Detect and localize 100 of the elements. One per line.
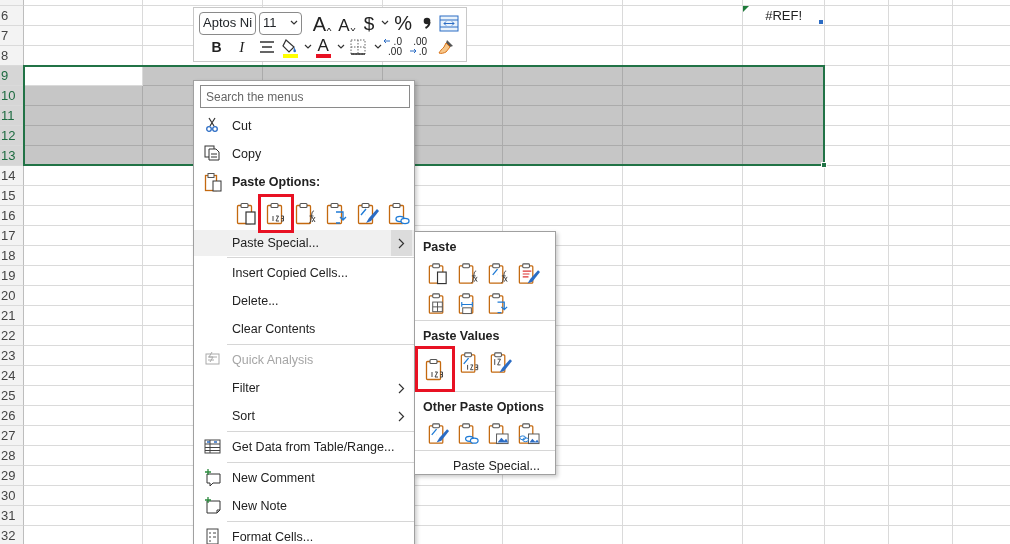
selected-cell[interactable] <box>24 86 143 106</box>
table-cell[interactable] <box>889 86 953 106</box>
row-header[interactable]: 28 <box>0 446 24 466</box>
increase-font-size-button[interactable]: A <box>310 12 335 34</box>
menu-item[interactable]: New Note <box>194 492 414 520</box>
table-cell[interactable] <box>743 366 825 386</box>
table-cell[interactable] <box>889 486 953 506</box>
table-cell[interactable] <box>623 166 743 186</box>
table-cell[interactable] <box>825 206 889 226</box>
table-cell[interactable] <box>825 166 889 186</box>
table-cell[interactable] <box>503 506 623 526</box>
table-cell[interactable] <box>743 26 825 46</box>
increase-decimal-button[interactable]: .0 .00 <box>383 36 407 58</box>
row-header[interactable]: 16 <box>0 206 24 226</box>
row-header[interactable]: 25 <box>0 386 24 406</box>
table-cell[interactable] <box>623 186 743 206</box>
row-header[interactable]: 22 <box>0 326 24 346</box>
table-cell[interactable] <box>24 306 143 326</box>
table-cell[interactable] <box>889 266 953 286</box>
table-cell[interactable] <box>623 306 743 326</box>
table-cell[interactable] <box>825 226 889 246</box>
selected-cell[interactable] <box>503 126 623 146</box>
row-header[interactable]: 29 <box>0 466 24 486</box>
table-cell[interactable] <box>743 186 825 206</box>
selected-cell[interactable] <box>24 106 143 126</box>
table-cell[interactable] <box>623 386 743 406</box>
row-header[interactable]: 15 <box>0 186 24 206</box>
table-cell[interactable] <box>743 446 825 466</box>
table-cell[interactable] <box>623 466 743 486</box>
row-header[interactable]: 6 <box>0 6 24 26</box>
row-header[interactable]: 24 <box>0 366 24 386</box>
menu-item[interactable]: Paste Special... <box>453 457 540 476</box>
table-cell[interactable] <box>24 506 143 526</box>
menu-item[interactable]: Sort <box>194 402 414 430</box>
row-header[interactable]: 7 <box>0 26 24 46</box>
selected-cell[interactable] <box>623 146 743 166</box>
currency-button[interactable]: $ <box>359 12 379 34</box>
table-cell[interactable] <box>743 266 825 286</box>
italic-button[interactable]: I <box>230 36 254 58</box>
selected-cell[interactable] <box>503 146 623 166</box>
table-cell[interactable] <box>743 306 825 326</box>
table-cell[interactable] <box>503 166 623 186</box>
table-cell[interactable] <box>825 26 889 46</box>
percent-button[interactable]: % <box>390 12 416 34</box>
table-cell[interactable] <box>825 106 889 126</box>
search-field[interactable]: Search the menus <box>200 85 410 108</box>
table-cell[interactable] <box>24 186 143 206</box>
table-cell[interactable] <box>825 426 889 446</box>
table-cell[interactable] <box>825 406 889 426</box>
table-cell[interactable] <box>889 406 953 426</box>
table-cell[interactable] <box>743 406 825 426</box>
table-cell[interactable] <box>623 266 743 286</box>
table-cell[interactable] <box>889 146 953 166</box>
table-cell[interactable] <box>825 306 889 326</box>
table-cell[interactable] <box>743 246 825 266</box>
row-header[interactable]: 21 <box>0 306 24 326</box>
table-cell[interactable] <box>503 26 623 46</box>
menu-item[interactable]: Get Data from Table/Range... <box>194 433 414 461</box>
table-cell[interactable] <box>889 506 953 526</box>
table-cell[interactable] <box>825 366 889 386</box>
table-cell[interactable] <box>623 246 743 266</box>
table-cell[interactable] <box>743 466 825 486</box>
table-cell[interactable] <box>889 366 953 386</box>
table-cell[interactable] <box>24 206 143 226</box>
row-header[interactable]: 18 <box>0 246 24 266</box>
row-header[interactable]: 9 <box>0 66 24 86</box>
table-cell[interactable] <box>24 466 143 486</box>
table-cell[interactable] <box>889 386 953 406</box>
row-header[interactable]: 19 <box>0 266 24 286</box>
table-cell[interactable] <box>623 226 743 246</box>
table-cell[interactable] <box>889 226 953 246</box>
table-cell[interactable] <box>503 486 623 506</box>
row-header[interactable]: 8 <box>0 46 24 66</box>
table-cell[interactable] <box>24 446 143 466</box>
font-color-button[interactable]: A <box>313 36 333 58</box>
row-header[interactable]: 17 <box>0 226 24 246</box>
table-cell[interactable] <box>889 446 953 466</box>
table-cell[interactable] <box>889 426 953 446</box>
table-cell[interactable] <box>623 406 743 426</box>
table-cell[interactable] <box>889 106 953 126</box>
table-cell[interactable] <box>889 126 953 146</box>
fill-handle[interactable] <box>821 162 827 168</box>
row-header[interactable]: 31 <box>0 506 24 526</box>
table-cell[interactable] <box>889 6 953 26</box>
table-cell[interactable] <box>889 326 953 346</box>
table-cell[interactable] <box>825 506 889 526</box>
table-cell[interactable] <box>889 66 953 86</box>
row-header[interactable]: 27 <box>0 426 24 446</box>
selected-cell[interactable] <box>503 86 623 106</box>
table-cell[interactable] <box>623 206 743 226</box>
selected-cell[interactable] <box>743 126 825 146</box>
table-cell[interactable] <box>825 286 889 306</box>
table-cell[interactable] <box>825 246 889 266</box>
table-cell[interactable] <box>623 486 743 506</box>
selected-cell[interactable] <box>623 126 743 146</box>
row-header[interactable]: 32 <box>0 526 24 544</box>
table-cell[interactable] <box>743 226 825 246</box>
table-cell[interactable] <box>743 326 825 346</box>
selected-cell[interactable] <box>503 106 623 126</box>
selected-cell[interactable] <box>743 86 825 106</box>
